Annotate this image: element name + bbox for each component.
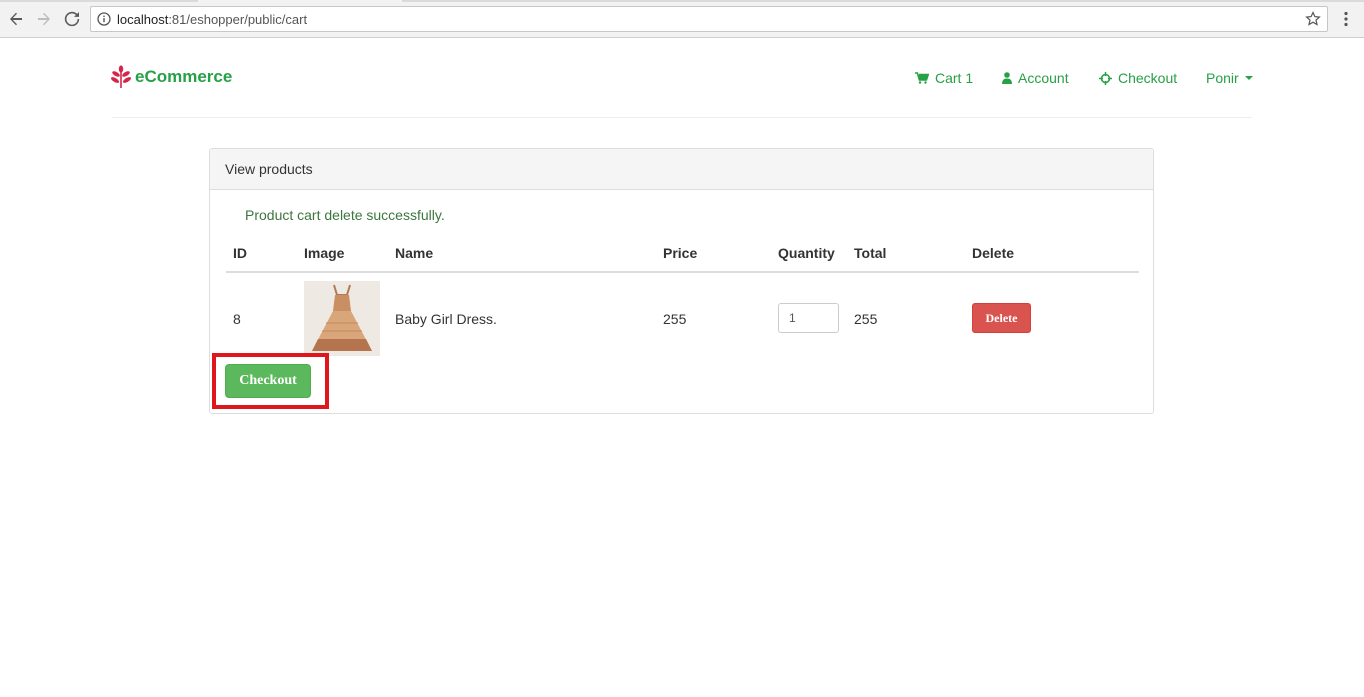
column-header-name: Name	[395, 245, 434, 261]
leaf-logo-icon	[110, 65, 132, 88]
table-header-divider	[226, 271, 1139, 273]
nav-account-link[interactable]: Account	[1002, 69, 1069, 87]
url-text: localhost:81/eshopper/public/cart	[117, 12, 307, 28]
cell-total: 255	[854, 311, 878, 327]
column-header-price: Price	[663, 245, 698, 261]
forward-arrow-icon[interactable]	[34, 9, 54, 29]
column-header-total: Total	[854, 245, 887, 261]
crosshair-icon	[1099, 71, 1112, 85]
cell-price: 255	[663, 311, 687, 327]
cart-panel: View products Product cart delete succes…	[209, 148, 1154, 414]
column-header-delete: Delete	[972, 245, 1015, 261]
panel-title: View products	[225, 161, 313, 177]
header-divider	[112, 117, 1252, 118]
nav-checkout-link[interactable]: Checkout	[1099, 69, 1177, 87]
cell-id: 8	[233, 311, 241, 327]
browser-menu-icon[interactable]	[1340, 11, 1352, 27]
nav-cart-label: Cart 1	[935, 70, 974, 86]
success-message: Product cart delete successfully.	[245, 207, 445, 223]
back-arrow-icon[interactable]	[6, 9, 26, 29]
nav-user-label: Ponir	[1206, 70, 1239, 86]
reload-icon[interactable]	[62, 9, 82, 29]
url-path: :81/eshopper/public/cart	[168, 12, 308, 27]
nav-cart-link[interactable]: Cart 1	[915, 69, 973, 87]
column-header-quantity: Quantity	[778, 245, 835, 261]
nav-checkout-label: Checkout	[1118, 70, 1178, 86]
address-bar[interactable]: localhost:81/eshopper/public/cart	[90, 6, 1328, 32]
caret-down-icon	[1244, 76, 1253, 80]
column-header-id: ID	[233, 245, 247, 261]
dress-image-icon	[304, 281, 380, 356]
quantity-input[interactable]	[778, 303, 839, 333]
product-image	[304, 281, 380, 356]
delete-button[interactable]: Delete	[972, 303, 1031, 333]
column-header-image: Image	[304, 245, 345, 261]
nav-user-dropdown[interactable]: Ponir	[1206, 69, 1253, 87]
info-icon[interactable]	[97, 12, 111, 26]
user-icon	[1002, 72, 1012, 84]
checkout-button[interactable]: Checkout	[225, 364, 311, 398]
brand-name: eCommerce	[135, 67, 233, 86]
bookmark-star-icon[interactable]	[1305, 11, 1321, 27]
cell-name: Baby Girl Dress.	[395, 311, 497, 327]
panel-heading: View products	[210, 149, 1153, 190]
browser-toolbar: localhost:81/eshopper/public/cart	[0, 0, 1364, 38]
active-tab-edge	[198, 0, 402, 2]
cart-icon	[915, 72, 929, 84]
nav-account-label: Account	[1018, 70, 1069, 86]
url-host: localhost	[117, 12, 169, 27]
brand-logo[interactable]: eCommerce	[110, 64, 232, 90]
